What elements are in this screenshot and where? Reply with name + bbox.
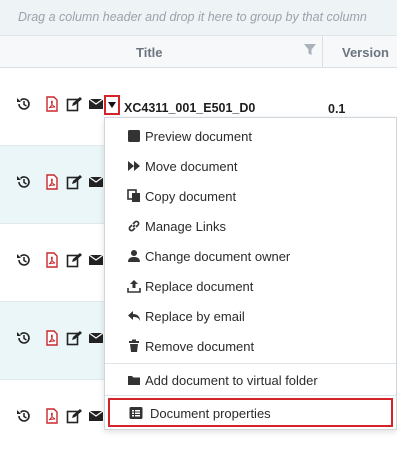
- menu-separator: [105, 395, 396, 396]
- list-icon: [129, 406, 143, 420]
- menu-item-manage-links[interactable]: Manage Links: [105, 211, 396, 241]
- document-title[interactable]: XC4311_001_E501_D0: [124, 101, 255, 115]
- envelope-icon[interactable]: [88, 408, 104, 424]
- history-icon[interactable]: [16, 174, 32, 190]
- menu-item-document-properties[interactable]: Document properties: [108, 398, 393, 427]
- envelope-icon[interactable]: [88, 330, 104, 346]
- row-actions-toggle[interactable]: [104, 95, 120, 115]
- menu-item-replace-by-email[interactable]: Replace by email: [105, 301, 396, 331]
- history-icon[interactable]: [16, 330, 32, 346]
- history-icon[interactable]: [16, 252, 32, 268]
- menu-item-move-document[interactable]: Move document: [105, 151, 396, 181]
- square-icon: [127, 129, 141, 143]
- group-by-bar[interactable]: Drag a column header and drop it here to…: [0, 0, 397, 36]
- edit-icon[interactable]: [66, 174, 82, 190]
- group-by-hint: Drag a column header and drop it here to…: [18, 10, 367, 24]
- document-version: 0.1: [328, 102, 346, 116]
- pdf-icon[interactable]: [44, 408, 60, 424]
- edit-icon[interactable]: [66, 330, 82, 346]
- edit-icon[interactable]: [66, 96, 82, 112]
- trash-icon: [127, 339, 141, 353]
- grid-header: Title Version: [0, 36, 397, 68]
- column-separator: [322, 36, 323, 67]
- copy-icon: [127, 189, 141, 203]
- history-icon[interactable]: [16, 96, 32, 112]
- menu-item-change-owner[interactable]: Change document owner: [105, 241, 396, 271]
- history-icon[interactable]: [16, 408, 32, 424]
- menu-item-add-to-virtual-folder[interactable]: Add document to virtual folder: [105, 365, 396, 395]
- pdf-icon[interactable]: [44, 174, 60, 190]
- fast-forward-icon: [127, 159, 141, 173]
- row-context-menu: Preview document Move document Copy docu…: [104, 117, 397, 430]
- edit-icon[interactable]: [66, 408, 82, 424]
- pdf-icon[interactable]: [44, 330, 60, 346]
- edit-icon[interactable]: [66, 252, 82, 268]
- pdf-icon[interactable]: [44, 96, 60, 112]
- caret-down-icon: [108, 102, 116, 108]
- menu-item-copy-document[interactable]: Copy document: [105, 181, 396, 211]
- upload-icon: [127, 279, 141, 293]
- envelope-icon[interactable]: [88, 96, 104, 112]
- menu-item-preview-document[interactable]: Preview document: [105, 121, 396, 151]
- column-header-version[interactable]: Version: [342, 45, 389, 60]
- envelope-icon[interactable]: [88, 252, 104, 268]
- link-icon: [127, 219, 141, 233]
- pdf-icon[interactable]: [44, 252, 60, 268]
- menu-item-replace-document[interactable]: Replace document: [105, 271, 396, 301]
- menu-separator: [105, 363, 396, 364]
- column-header-title[interactable]: Title: [136, 45, 163, 60]
- folder-icon: [127, 373, 141, 387]
- filter-icon[interactable]: [303, 43, 317, 57]
- menu-item-remove-document[interactable]: Remove document: [105, 331, 396, 361]
- user-icon: [127, 249, 141, 263]
- reply-icon: [127, 309, 141, 323]
- envelope-icon[interactable]: [88, 174, 104, 190]
